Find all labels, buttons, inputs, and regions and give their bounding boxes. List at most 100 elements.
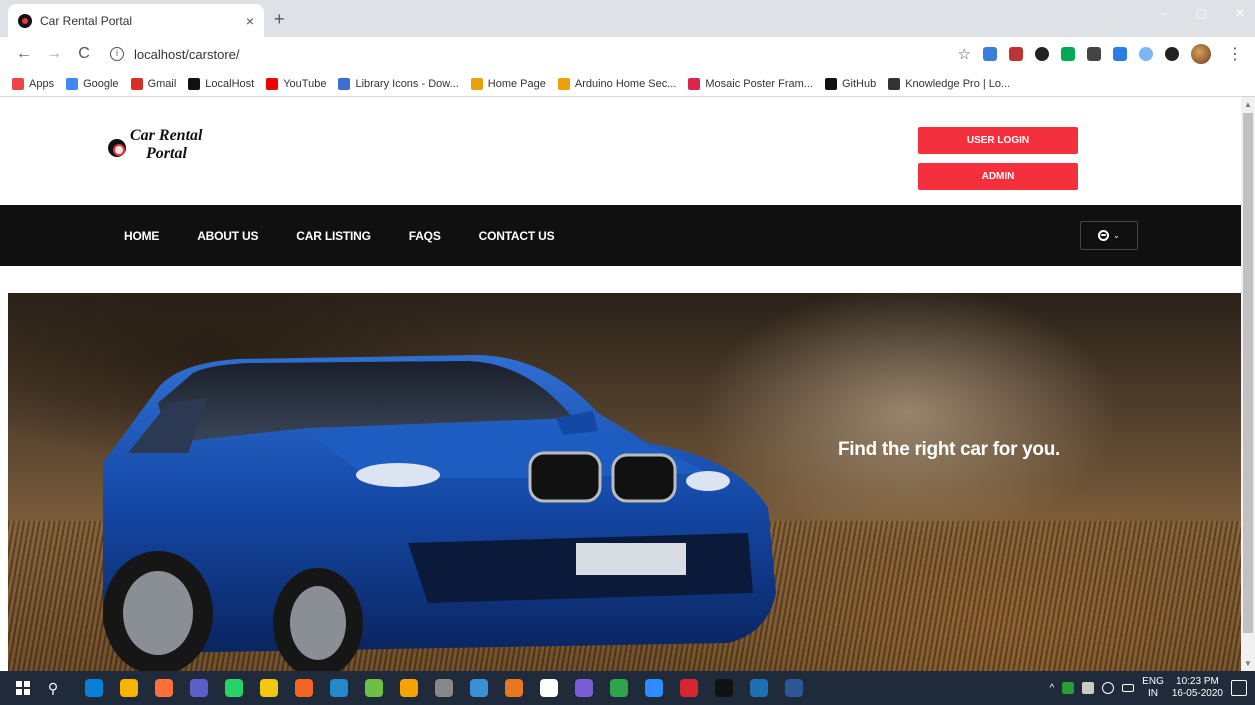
- nav-contact-us[interactable]: CONTACT US: [479, 229, 555, 243]
- extension-icon[interactable]: [1087, 47, 1101, 61]
- bookmark-apps[interactable]: Apps: [12, 77, 54, 90]
- home-page-icon: [470, 77, 483, 90]
- nav-home[interactable]: HOME: [124, 229, 159, 243]
- reload-icon[interactable]: C: [72, 45, 96, 63]
- bookmark-arduino[interactable]: Arduino Home Sec...: [557, 77, 676, 90]
- tray-app-icon[interactable]: [1062, 682, 1075, 694]
- taskbar-app-icon[interactable]: [469, 679, 488, 697]
- extension-icon[interactable]: [1061, 47, 1075, 61]
- extension-icon[interactable]: [1035, 47, 1049, 61]
- network-icon[interactable]: [1102, 682, 1115, 694]
- taskbar-app-icon[interactable]: [154, 679, 173, 697]
- bookmark-google[interactable]: Google: [66, 77, 119, 90]
- bookmark-library-icons[interactable]: Library Icons - Dow...: [338, 77, 459, 90]
- taskbar-app-icon[interactable]: [644, 679, 663, 697]
- browser-tab-strip: Car Rental Portal × + – ▢ ✕: [0, 0, 1255, 37]
- scroll-up-icon[interactable]: ▲: [1244, 100, 1252, 109]
- bookmark-knowledge-pro[interactable]: Knowledge Pro | Lo...: [888, 77, 1010, 90]
- bookmark-home-page[interactable]: Home Page: [470, 77, 546, 90]
- url-text: localhost/carstore/: [134, 46, 240, 62]
- battery-icon[interactable]: [1122, 684, 1135, 692]
- browser-tab[interactable]: Car Rental Portal ×: [8, 4, 264, 37]
- taskbar-app-icon[interactable]: [609, 679, 628, 697]
- taskbar-app-icon[interactable]: [749, 679, 768, 697]
- tray-chevron-up-icon[interactable]: ^: [1049, 683, 1054, 694]
- taskbar-app-icon[interactable]: [364, 679, 383, 697]
- knowledge-pro-icon: [888, 77, 901, 90]
- logo-wheel-icon: [108, 139, 126, 157]
- bookmark-mosaic[interactable]: Mosaic Poster Fram...: [688, 77, 813, 90]
- forward-arrow-icon[interactable]: →: [42, 45, 66, 63]
- bookmark-youtube[interactable]: YouTube: [266, 77, 326, 90]
- localhost-icon: [188, 77, 201, 90]
- taskbar-apps: [76, 679, 811, 697]
- language-indicator[interactable]: ENG IN: [1142, 676, 1164, 700]
- site-favicon-icon: [18, 13, 32, 28]
- taskbar-app-icon[interactable]: [784, 679, 803, 697]
- taskbar-app-icon[interactable]: [679, 679, 698, 697]
- extension-icon[interactable]: [983, 47, 997, 61]
- taskbar-app-icon[interactable]: [84, 679, 103, 697]
- youtube-icon: [266, 77, 279, 90]
- clock[interactable]: 10:23 PM 16-05-2020: [1172, 676, 1223, 700]
- site-info-icon[interactable]: i: [110, 47, 124, 61]
- admin-button[interactable]: ADMIN: [918, 163, 1078, 190]
- site-logo[interactable]: Car Rental Portal: [108, 127, 202, 163]
- tray-app-icon[interactable]: [1082, 682, 1095, 694]
- new-tab-button[interactable]: +: [274, 10, 285, 28]
- taskbar-app-icon[interactable]: [224, 679, 243, 697]
- extension-icon[interactable]: [1113, 47, 1127, 61]
- nav-car-listing[interactable]: CAR LISTING: [296, 229, 371, 243]
- taskbar-app-icon[interactable]: [574, 679, 593, 697]
- start-button[interactable]: [8, 681, 38, 695]
- tab-close-icon[interactable]: ×: [246, 13, 254, 29]
- menu-kebab-icon[interactable]: ⋮: [1227, 44, 1243, 64]
- maximize-button[interactable]: ▢: [1196, 6, 1207, 20]
- system-tray: ^ ENG IN 10:23 PM 16-05-2020: [1049, 671, 1247, 705]
- bookmarks-bar: Apps Google Gmail LocalHost YouTube Libr…: [0, 71, 1255, 97]
- taskbar-app-icon[interactable]: [399, 679, 418, 697]
- scrollbar-thumb[interactable]: [1243, 113, 1253, 633]
- logo-line-2: Portal: [146, 145, 187, 162]
- taskbar-app-icon[interactable]: [539, 679, 558, 697]
- github-icon: [824, 77, 837, 90]
- close-window-button[interactable]: ✕: [1235, 6, 1245, 20]
- search-icon[interactable]: ⚲: [38, 680, 68, 697]
- taskbar-app-icon[interactable]: [714, 679, 733, 697]
- address-bar[interactable]: i localhost/carstore/: [110, 47, 958, 62]
- main-navbar: HOME ABOUT US CAR LISTING FAQS CONTACT U…: [0, 205, 1241, 266]
- bookmark-gmail[interactable]: Gmail: [130, 77, 176, 90]
- page-scrollbar[interactable]: ▲ ▼: [1241, 97, 1255, 671]
- nav-menu: HOME ABOUT US CAR LISTING FAQS CONTACT U…: [124, 205, 592, 266]
- extension-icon[interactable]: [1165, 47, 1179, 61]
- user-login-button[interactable]: USER LOGIN: [918, 127, 1078, 154]
- taskbar-app-icon[interactable]: [434, 679, 453, 697]
- google-icon: [66, 77, 79, 90]
- scroll-down-icon[interactable]: ▼: [1244, 659, 1252, 668]
- taskbar-app-icon[interactable]: [119, 679, 138, 697]
- taskbar-app-icon[interactable]: [294, 679, 313, 697]
- profile-avatar[interactable]: [1191, 44, 1211, 64]
- windows-taskbar: ⚲ ^ ENG IN 10:23 PM 16-05-2020: [0, 671, 1255, 705]
- hero-banner: Find the right car for you.: [8, 293, 1241, 671]
- taskbar-app-icon[interactable]: [504, 679, 523, 697]
- hero-headline: Find the right car for you.: [838, 439, 1061, 460]
- tab-title: Car Rental Portal: [40, 13, 133, 28]
- nav-about-us[interactable]: ABOUT US: [197, 229, 258, 243]
- extension-icon[interactable]: [1009, 47, 1023, 61]
- user-dropdown[interactable]: ⌄: [1080, 221, 1138, 250]
- extension-icon[interactable]: [1139, 47, 1153, 61]
- user-circle-icon: [1098, 230, 1110, 241]
- bookmark-star-icon[interactable]: ☆: [958, 45, 971, 63]
- nav-faqs[interactable]: FAQS: [409, 229, 441, 243]
- bookmark-localhost[interactable]: LocalHost: [188, 77, 254, 90]
- notification-icon[interactable]: [1231, 680, 1247, 696]
- taskbar-app-icon[interactable]: [329, 679, 348, 697]
- logo-line-1: Car Rental: [130, 127, 203, 144]
- taskbar-app-icon[interactable]: [189, 679, 208, 697]
- mosaic-icon: [688, 77, 701, 90]
- minimize-button[interactable]: –: [1161, 6, 1168, 20]
- bookmark-github[interactable]: GitHub: [824, 77, 876, 90]
- taskbar-app-icon[interactable]: [259, 679, 278, 697]
- back-arrow-icon[interactable]: ←: [12, 45, 36, 63]
